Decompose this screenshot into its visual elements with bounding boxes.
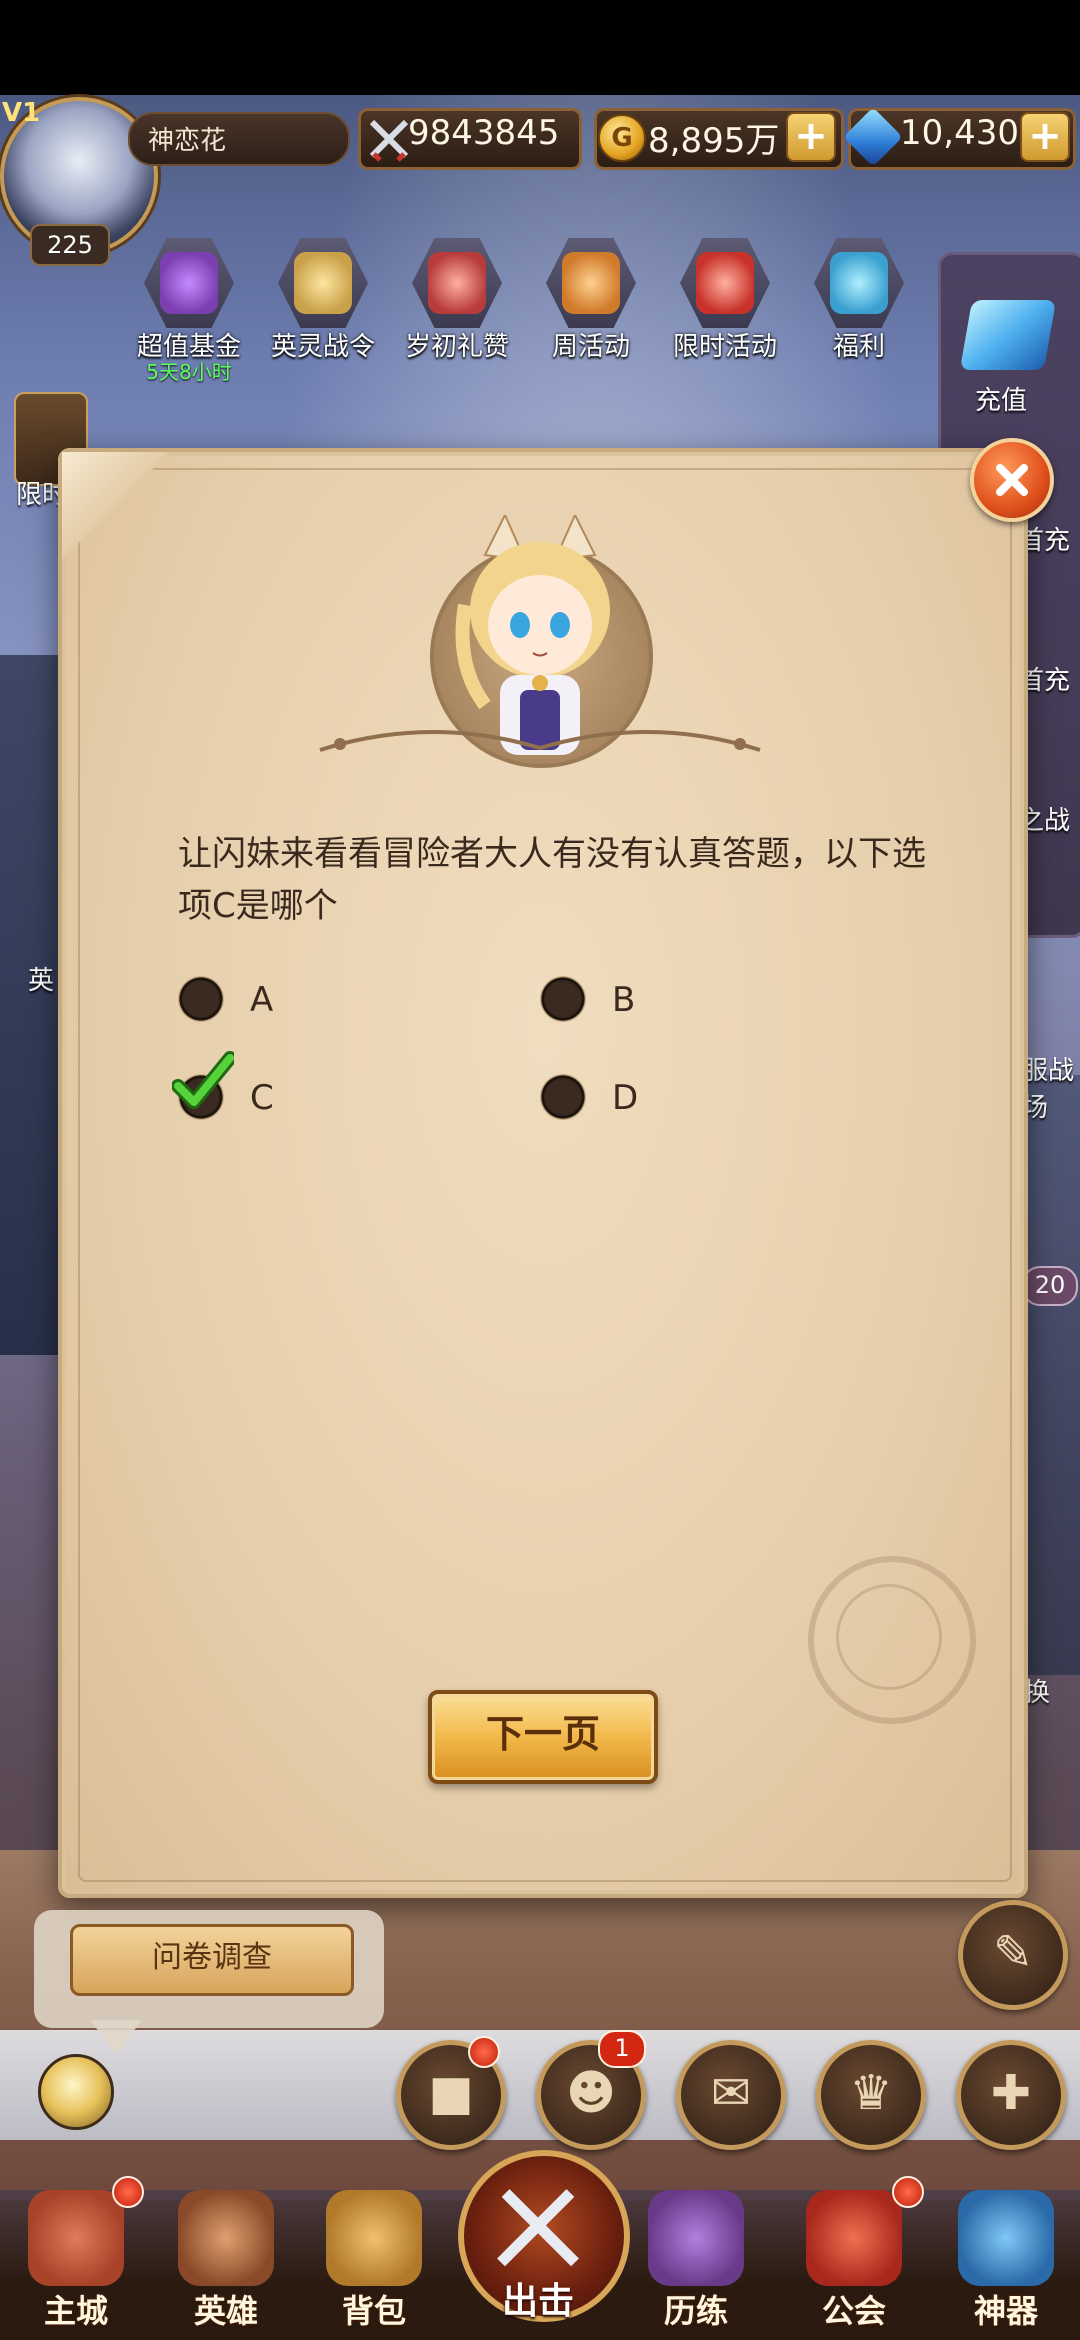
player-level-badge: 225 (30, 224, 110, 266)
friends-badge: 1 (598, 2030, 646, 2068)
castle-icon (28, 2190, 124, 2286)
guild-shield-icon (806, 2190, 902, 2286)
mail-button[interactable]: ✉ (676, 2040, 786, 2150)
horn-icon (562, 252, 620, 314)
hero-peek[interactable]: 英 (28, 960, 54, 997)
ranking-button[interactable]: ♛ (816, 2040, 926, 2150)
bubble-tail (90, 2020, 142, 2054)
activity-super-fund[interactable]: 超值基金 5天8小时 (134, 238, 244, 384)
notes-button[interactable]: ✎ (958, 1900, 1068, 2010)
nav-artifact[interactable]: 神器 (946, 2190, 1066, 2340)
nav-label: 历练 (663, 2292, 728, 2330)
nav-backpack[interactable]: 背包 (314, 2190, 434, 2340)
notification-dot (892, 2176, 924, 2208)
server-battle-peek[interactable]: 服战场 (1022, 1050, 1080, 1124)
notification-dot (468, 2036, 500, 2068)
trophy-icon: ♛ (849, 2065, 893, 2121)
activity-label: 福利 (832, 332, 885, 362)
option-label: A (250, 980, 274, 1020)
demon-tower-icon (648, 2190, 744, 2286)
postmark-stamp-decoration (808, 1556, 976, 1724)
radio-button[interactable] (178, 976, 224, 1022)
more-button[interactable]: ✚ (956, 2040, 1066, 2150)
nav-trials[interactable]: 历练 (636, 2190, 756, 2340)
nav-label: 英雄 (193, 2292, 258, 2330)
paper-curl-decoration (62, 452, 172, 562)
ornament-divider (319, 730, 761, 752)
envelope-icon: ✉ (710, 2065, 752, 2121)
diamond-value: 10,430 (900, 113, 1019, 153)
activity-label: 英灵战令 (270, 332, 375, 362)
survey-button[interactable]: 问卷调查 (70, 1924, 354, 1996)
plum-blossom-icon (428, 252, 486, 314)
recharge-gem-icon[interactable] (959, 300, 1057, 370)
gold-coin-icon: G (598, 114, 646, 162)
player-name: 神恋花 (148, 126, 227, 156)
close-dialog-button[interactable] (970, 438, 1054, 522)
activity-new-year-gift[interactable]: 岁初礼赞 (402, 238, 512, 362)
nav-label: 神器 (973, 2292, 1038, 2330)
power-value: 9843845 (408, 113, 560, 153)
nav-label: 背包 (341, 2292, 406, 2330)
recharge-label[interactable]: 充值 (975, 380, 1027, 417)
crossed-swords-power-icon (369, 119, 409, 162)
video-camera-icon: ■ (428, 2065, 474, 2121)
count-badge: 20 (1022, 1266, 1078, 1306)
winged-sword-icon (294, 252, 352, 314)
activity-welfare[interactable]: 福利 (804, 238, 914, 362)
option-label: D (612, 1078, 639, 1118)
nav-label: 公会 (821, 2292, 886, 2330)
friends-icon: ☻ (565, 2065, 617, 2121)
nav-label: 主城 (43, 2292, 108, 2330)
banner-icon (696, 252, 754, 314)
activity-label: 限时活动 (672, 332, 777, 362)
activity-label: 岁初礼赞 (404, 332, 509, 362)
option-label: C (250, 1078, 274, 1118)
activity-weekly[interactable]: 周活动 (536, 238, 646, 362)
activity-battle-pass[interactable]: 英灵战令 (268, 238, 378, 362)
nav-label: 出击 (501, 2281, 574, 2322)
option-label: B (612, 980, 636, 1020)
lightbulb-icon[interactable] (38, 2054, 114, 2130)
vip-label: V1 (2, 98, 41, 128)
next-page-button[interactable]: 下一页 (428, 1690, 658, 1784)
activity-timer: 5天8小时 (146, 360, 232, 384)
radio-button[interactable] (540, 976, 586, 1022)
quiz-question: 让闪妹来看看冒险者大人有没有认真答题，以下选项C是哪个 (178, 834, 926, 926)
fund-bag-icon (160, 252, 218, 314)
nav-guild[interactable]: 公会 (794, 2190, 914, 2340)
crystal-artifact-icon (958, 2190, 1054, 2286)
gold-value: 8,895万 (648, 121, 780, 161)
background-tower (0, 655, 60, 1355)
add-diamond-button[interactable]: + (1020, 112, 1070, 162)
nav-heroes[interactable]: 英雄 (166, 2190, 286, 2340)
nav-main-city[interactable]: 主城 (16, 2190, 136, 2340)
checkmark-icon (172, 1051, 234, 1109)
notification-dot (112, 2176, 144, 2208)
hero-portrait-icon (178, 2190, 274, 2286)
activity-label: 周活动 (551, 332, 630, 362)
pencil-note-icon: ✎ (992, 1925, 1034, 1981)
radio-button[interactable] (540, 1074, 586, 1120)
plus-icon: ✚ (990, 2065, 1032, 2121)
status-bar (0, 0, 1080, 95)
backpack-icon (326, 2190, 422, 2286)
activity-limited-time[interactable]: 限时活动 (670, 238, 780, 362)
gift-box-icon (830, 252, 888, 314)
add-gold-button[interactable]: + (786, 112, 836, 162)
